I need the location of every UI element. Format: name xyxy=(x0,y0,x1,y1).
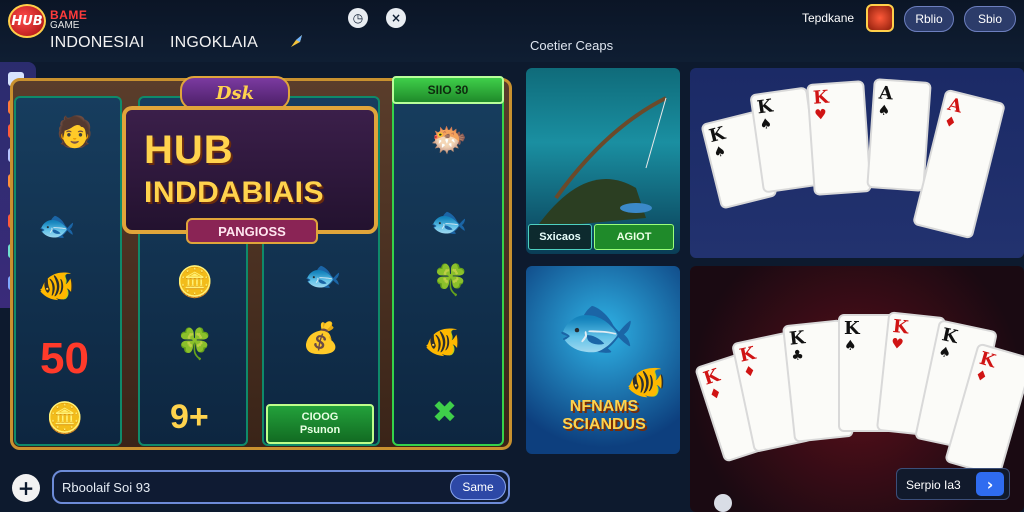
fish-game-title: NFNAMS SCIANDUS xyxy=(562,398,646,433)
brand-tagline: GAME xyxy=(50,20,80,31)
fish-icon: 🐡 xyxy=(430,123,468,158)
rocket-icon xyxy=(291,35,302,47)
leaf-icon: 🍀 xyxy=(176,327,214,362)
search-button[interactable]: Same xyxy=(450,474,506,500)
fisherman-icon: 🧑 xyxy=(56,115,94,150)
playing-card: K ♥ xyxy=(806,80,872,196)
app-logo[interactable]: HUB xyxy=(8,4,46,38)
playing-card: A ♠ xyxy=(866,78,932,192)
bet-button[interactable]: SIIO 30 xyxy=(392,76,504,104)
spin-button[interactable]: CIOOG Psunon xyxy=(266,404,374,444)
fishing-card-label: Sxicaos xyxy=(528,224,592,250)
next-arrow-icon[interactable]: › xyxy=(976,472,1004,496)
slot-crest: Dsk xyxy=(180,76,290,110)
game-title-card: HUB INDDABIAIS xyxy=(122,106,378,234)
avatar[interactable] xyxy=(866,4,894,32)
fish-icon: 🐟 xyxy=(38,209,76,244)
game-title-banner: PANGIOSS xyxy=(186,218,318,244)
section-title: Coetier Ceaps xyxy=(530,38,614,53)
fish-icon: 🐟 xyxy=(430,205,468,240)
fish-icon: 🐠 xyxy=(424,325,462,360)
fish-icon: 🐟 xyxy=(556,291,636,365)
close-icon[interactable]: × xyxy=(386,8,406,28)
reel-4: 🐡 🐟 🍀 🐠 ✖ xyxy=(392,96,504,446)
game-title-sub: INDDABIAIS xyxy=(144,176,325,209)
chat-bubble-icon[interactable] xyxy=(714,494,732,512)
fish-icon: 🐟 xyxy=(304,259,342,294)
game-title-main: HUB xyxy=(144,128,234,172)
signup-button[interactable]: Sbio xyxy=(964,6,1016,32)
clock-icon[interactable]: ◷ xyxy=(348,8,368,28)
fish-icon: 🐠 xyxy=(38,269,76,304)
coins-icon: 🪙 xyxy=(46,401,84,436)
add-button[interactable]: + xyxy=(12,474,40,502)
card-game-top[interactable]: K ♠ K ♠ K ♥ A ♠ A ♦ xyxy=(690,68,1024,258)
reel-1: 🧑 🐟 🐠 50 🪙 xyxy=(14,96,122,446)
wild-symbol: ✖ xyxy=(432,395,458,430)
nav-item-ingoklaia[interactable]: INGOKLAIA xyxy=(170,34,258,52)
coins-icon: 💰 xyxy=(302,321,340,356)
user-label: Tepdkane xyxy=(802,11,855,25)
login-button[interactable]: Rblio xyxy=(904,6,954,32)
leaf-icon: 🍀 xyxy=(432,263,470,298)
spin-button-sublabel: Psunon xyxy=(299,424,341,436)
fish-icon: 🐠 xyxy=(626,363,666,401)
fishing-play-button[interactable]: AGIOT xyxy=(594,224,674,250)
promo-label: Serpio Ia3 xyxy=(906,478,961,492)
coin-icon: 🪙 xyxy=(176,265,214,300)
spin-button-label: CIOOG xyxy=(301,410,339,423)
nav-item-indonesia[interactable]: INDONESIAI xyxy=(50,34,144,52)
search-input[interactable]: Rboolaif Soi 93 xyxy=(62,480,150,495)
number-symbol: 50 xyxy=(40,334,89,383)
bonus-symbol: 9+ xyxy=(170,398,209,436)
